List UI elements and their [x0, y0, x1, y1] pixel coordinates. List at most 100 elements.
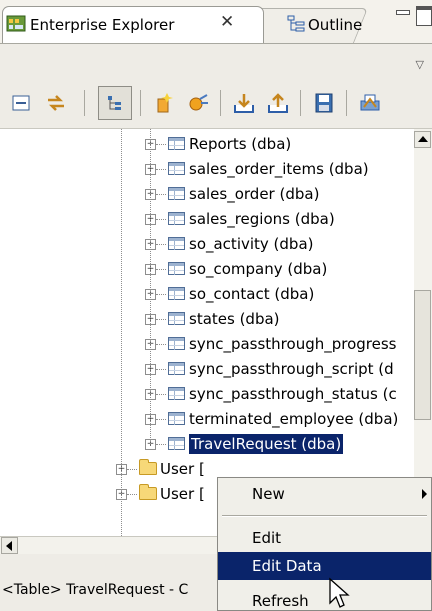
tree-table-row[interactable]: + so_company (dba)	[0, 258, 414, 283]
tree-connector	[156, 394, 166, 396]
table-icon	[168, 387, 185, 400]
toolbar-separator	[140, 90, 141, 116]
folder-icon	[139, 459, 157, 475]
tree-item-label: User [	[160, 460, 205, 478]
tree-item-label: states (dba)	[189, 310, 280, 328]
tree-item-label: TravelRequest (dba)	[189, 434, 344, 454]
scroll-up-button[interactable]	[414, 131, 431, 148]
tree-connector	[127, 494, 137, 496]
tree-table-row[interactable]: + states (dba)	[0, 308, 414, 333]
folder-icon	[139, 484, 157, 500]
table-icon	[168, 312, 185, 325]
menu-separator	[222, 515, 427, 517]
tree-connector	[156, 269, 166, 271]
menu-item-edit-data[interactable]: Edit Data	[218, 552, 431, 580]
tree-table-row[interactable]: + so_contact (dba)	[0, 283, 414, 308]
close-tab-icon[interactable]: ✕	[220, 12, 234, 32]
table-icon	[168, 262, 185, 275]
enterprise-explorer-icon	[6, 15, 26, 32]
toolbar-separator	[220, 90, 221, 116]
menu-item-new[interactable]: New	[218, 480, 431, 508]
tree-item-label: so_contact (dba)	[189, 285, 315, 303]
table-icon	[168, 287, 185, 300]
tree-table-row[interactable]: + Reports (dba)	[0, 133, 414, 158]
view-menu-icon[interactable]: ▽	[416, 58, 424, 71]
collapse-all-icon[interactable]	[10, 91, 34, 115]
tree-item-label: sales_order (dba)	[189, 185, 320, 203]
tree-item-label: sync_passthrough_progress	[189, 335, 397, 353]
tree-item-label: terminated_employee (dba)	[189, 410, 399, 428]
view-menu-bar: ▽	[0, 44, 432, 78]
table-icon	[168, 162, 185, 175]
hierarchy-icon	[108, 96, 121, 110]
tree-item-label: sales_regions (dba)	[189, 210, 335, 228]
tree-item-label: so_activity (dba)	[189, 235, 314, 253]
tree-connector	[156, 444, 166, 446]
link-with-editor-icon[interactable]	[44, 91, 68, 115]
table-icon	[168, 337, 185, 350]
table-icon	[168, 137, 185, 150]
tree-table-row[interactable]: + sales_order (dba)	[0, 183, 414, 208]
tree-table-row[interactable]: + terminated_employee (dba)	[0, 408, 414, 433]
save-icon[interactable]	[312, 91, 336, 115]
tree-connector	[156, 294, 166, 296]
tree-connector	[156, 169, 166, 171]
tree-connector	[127, 469, 137, 471]
status-text: <Table> TravelRequest - C	[2, 582, 189, 598]
menu-item-edit-data-label: Edit Data	[252, 557, 322, 575]
tree-table-row[interactable]: + TravelRequest (dba)	[0, 433, 414, 458]
tree-table-row[interactable]: + sync_passthrough_progress	[0, 333, 414, 358]
tree-item-label: so_company (dba)	[189, 260, 328, 278]
view-tab-bar: Enterprise Explorer ✕ Outline	[0, 0, 432, 45]
tree-table-row[interactable]: + sales_order_items (dba)	[0, 158, 414, 183]
connect-icon[interactable]	[186, 91, 210, 115]
maximize-view-icon[interactable]	[416, 6, 432, 26]
table-icon	[168, 212, 185, 225]
tree-connector	[150, 129, 152, 444]
submenu-arrow-icon	[422, 489, 427, 499]
tree-item-label: Reports (dba)	[189, 135, 292, 153]
import-icon[interactable]	[232, 91, 256, 115]
table-icon	[168, 237, 185, 250]
tree-connector	[156, 194, 166, 196]
toolbar-separator	[300, 90, 301, 116]
tree-connector	[156, 244, 166, 246]
arrow-left-icon	[6, 541, 12, 551]
export-icon[interactable]	[266, 91, 290, 115]
table-icon	[168, 362, 185, 375]
menu-item-new-label: New	[252, 485, 285, 503]
menu-item-refresh-label: Refresh	[252, 592, 309, 610]
new-connection-icon[interactable]	[152, 91, 176, 115]
menu-item-refresh[interactable]: Refresh	[218, 587, 431, 610]
toolbar-separator	[346, 90, 347, 116]
table-icon	[168, 187, 185, 200]
menu-item-edit-label: Edit	[252, 529, 282, 547]
tree-connector	[156, 344, 166, 346]
tree-table-row[interactable]: + sync_passthrough_status (c	[0, 383, 414, 408]
tree-item-label: User [	[160, 485, 205, 503]
explorer-tree[interactable]: + Reports (dba) + sales_order_items (dba) + s…	[0, 129, 414, 536]
tree-connector	[156, 219, 166, 221]
tree-table-row[interactable]: + so_activity (dba)	[0, 233, 414, 258]
arrow-up-icon	[418, 136, 428, 142]
tree-table-row[interactable]: + sales_regions (dba)	[0, 208, 414, 233]
tab-outline[interactable]: Outline	[308, 16, 362, 34]
mouse-cursor-icon	[329, 577, 350, 608]
tree-connector	[121, 129, 123, 536]
outline-icon	[287, 15, 305, 32]
tree-connector	[156, 369, 166, 371]
menu-item-edit[interactable]: Edit	[218, 524, 431, 552]
tree-item-label: sync_passthrough_script (d	[189, 360, 394, 378]
explorer-toolbar	[0, 78, 432, 129]
tree-connector	[156, 144, 166, 146]
tab-enterprise-explorer-label: Enterprise Explorer	[30, 16, 175, 34]
table-icon	[168, 412, 185, 425]
context-menu: New Edit Edit Data Refresh	[217, 477, 432, 611]
scroll-left-button[interactable]	[1, 537, 18, 554]
minimize-view-icon[interactable]	[396, 10, 410, 15]
tree-item-label: sales_order_items (dba)	[189, 160, 369, 178]
toolbar-separator	[84, 90, 85, 116]
vertical-scroll-thumb[interactable]	[414, 290, 431, 420]
print-icon[interactable]	[358, 91, 382, 115]
tree-table-row[interactable]: + sync_passthrough_script (d	[0, 358, 414, 383]
